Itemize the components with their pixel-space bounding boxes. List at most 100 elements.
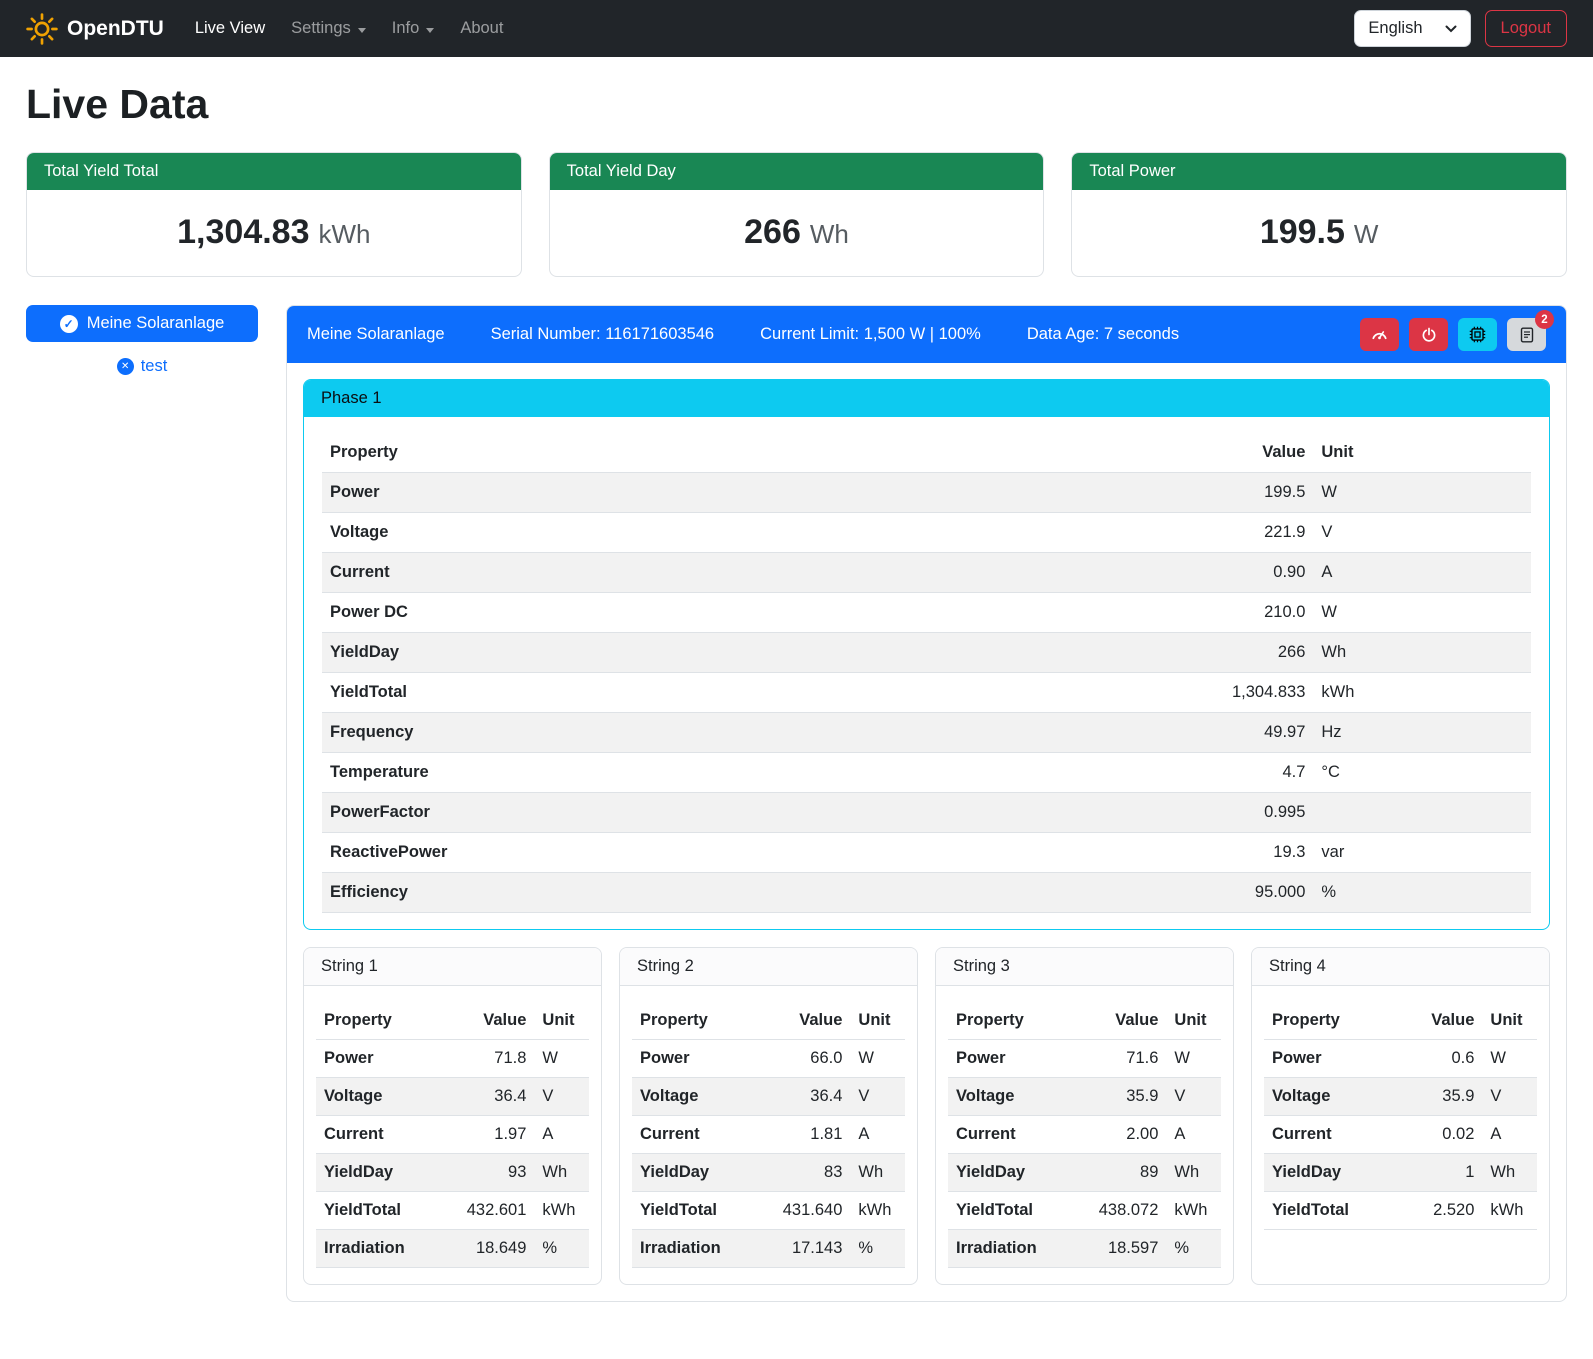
summary-card-total-yield-day: Total Yield Day 266Wh	[549, 152, 1045, 277]
summary-card-title: Total Yield Day	[550, 153, 1044, 190]
nav-item-live-view[interactable]: Live View	[182, 11, 278, 46]
summary-card-body: 199.5W	[1072, 190, 1566, 276]
language-select[interactable]: English	[1354, 10, 1470, 47]
brand[interactable]: OpenDTU	[26, 13, 164, 45]
page-container: Live Data Total Yield Total 1,304.83kWh …	[0, 57, 1593, 1328]
string-table-body: Power 0.6 W Voltage 35.9 V	[1264, 1040, 1537, 1230]
table-row: Power 199.5 W	[322, 473, 1531, 513]
page-title: Live Data	[26, 81, 1567, 128]
check-circle-icon: ✓	[60, 315, 78, 333]
string-table-body: Power 66.0 W Voltage 36.4 V	[632, 1040, 905, 1268]
unit-cell: var	[1313, 833, 1531, 873]
table-row: YieldTotal 1,304.833 kWh	[322, 673, 1531, 713]
nav-item-info[interactable]: Info	[379, 11, 448, 46]
logout-button[interactable]: Logout	[1485, 10, 1567, 47]
property-cell: Irradiation	[948, 1230, 1085, 1268]
value-cell: 266	[1168, 633, 1313, 673]
property-cell: YieldDay	[948, 1154, 1085, 1192]
value-cell: 35.9	[1401, 1078, 1483, 1116]
table-header-row: Property Value Unit	[322, 433, 1531, 473]
column-header-value: Value	[453, 1002, 535, 1040]
nav-item-settings[interactable]: Settings	[278, 11, 379, 46]
string-card-4: String 4 Property Value Unit	[1251, 947, 1550, 1285]
unit-cell: A	[850, 1116, 905, 1154]
table-row: YieldDay 1 Wh	[1264, 1154, 1537, 1192]
device-info-button[interactable]	[1458, 318, 1497, 351]
column-header-unit: Unit	[1313, 433, 1531, 473]
unit-cell: A	[534, 1116, 589, 1154]
table-row: Frequency 49.97 Hz	[322, 713, 1531, 753]
value-cell: 89	[1085, 1154, 1167, 1192]
property-cell: Power	[632, 1040, 769, 1078]
content-row: ✓ Meine Solaranlage ✕ test Meine Solaran…	[26, 305, 1567, 1302]
table-row: YieldDay 93 Wh	[316, 1154, 589, 1192]
phase-table: Property Value Unit Power	[322, 433, 1531, 913]
summary-unit: W	[1354, 219, 1379, 249]
value-cell: 0.995	[1168, 793, 1313, 833]
property-cell: YieldDay	[316, 1154, 453, 1192]
column-header-property: Property	[316, 1002, 453, 1040]
journal-icon	[1519, 327, 1535, 343]
inverter-item-test[interactable]: ✕ test	[26, 357, 258, 376]
string-card-body: Property Value Unit Power	[304, 986, 601, 1284]
property-cell: YieldTotal	[316, 1192, 453, 1230]
unit-cell: V	[1166, 1078, 1221, 1116]
summary-card-total-yield-total: Total Yield Total 1,304.83kWh	[26, 152, 522, 277]
unit-cell: W	[1166, 1040, 1221, 1078]
brand-label: OpenDTU	[67, 17, 164, 41]
unit-cell: W	[1313, 593, 1531, 633]
unit-cell: W	[1482, 1040, 1537, 1078]
value-cell: 0.6	[1401, 1040, 1483, 1078]
table-row: Temperature 4.7 °C	[322, 753, 1531, 793]
unit-cell: Wh	[1482, 1154, 1537, 1192]
table-row: Current 1.81 A	[632, 1116, 905, 1154]
unit-cell: A	[1166, 1116, 1221, 1154]
value-cell: 19.3	[1168, 833, 1313, 873]
column-header-unit: Unit	[1166, 1002, 1221, 1040]
summary-card-total-power: Total Power 199.5W	[1071, 152, 1567, 277]
unit-cell: V	[534, 1078, 589, 1116]
property-cell: YieldTotal	[322, 673, 1168, 713]
table-header-row: Property Value Unit	[632, 1002, 905, 1040]
unit-cell: Wh	[534, 1154, 589, 1192]
nav-item-about[interactable]: About	[447, 11, 516, 46]
value-cell: 1.81	[769, 1116, 851, 1154]
column-header-property: Property	[1264, 1002, 1401, 1040]
property-cell: YieldTotal	[632, 1192, 769, 1230]
column-header-value: Value	[1401, 1002, 1483, 1040]
limit-settings-button[interactable]	[1360, 318, 1399, 351]
table-header-row: Property Value Unit	[948, 1002, 1221, 1040]
value-cell: 199.5	[1168, 473, 1313, 513]
string-card-title: String 3	[936, 948, 1233, 986]
string-card-1: String 1 Property Value Unit	[303, 947, 602, 1285]
property-cell: Voltage	[316, 1078, 453, 1116]
string-table-body: Power 71.6 W Voltage 35.9 V	[948, 1040, 1221, 1268]
table-row: Irradiation 18.597 %	[948, 1230, 1221, 1268]
property-cell: Temperature	[322, 753, 1168, 793]
event-log-button[interactable]: 2	[1507, 318, 1546, 351]
unit-cell: W	[1313, 473, 1531, 513]
event-count-badge: 2	[1535, 310, 1554, 329]
table-row: Power 71.6 W	[948, 1040, 1221, 1078]
unit-cell: V	[1313, 513, 1531, 553]
property-cell: Voltage	[632, 1078, 769, 1116]
inverter-select-button[interactable]: ✓ Meine Solaranlage	[26, 305, 258, 342]
value-cell: 66.0	[769, 1040, 851, 1078]
property-cell: Current	[322, 553, 1168, 593]
value-cell: 95.000	[1168, 873, 1313, 913]
unit-cell: A	[1482, 1116, 1537, 1154]
column-header-property: Property	[632, 1002, 769, 1040]
value-cell: 210.0	[1168, 593, 1313, 633]
nav-right: English Logout	[1354, 10, 1567, 47]
unit-cell	[1313, 793, 1531, 833]
inverter-card-header: Meine Solaranlage Serial Number: 1161716…	[287, 306, 1566, 363]
column-header-value: Value	[1168, 433, 1313, 473]
string-table: Property Value Unit Power	[632, 1002, 905, 1268]
power-control-button[interactable]	[1409, 318, 1448, 351]
value-cell: 221.9	[1168, 513, 1313, 553]
value-cell: 18.597	[1085, 1230, 1167, 1268]
string-card-3: String 3 Property Value Unit	[935, 947, 1234, 1285]
string-table: Property Value Unit Power	[948, 1002, 1221, 1268]
table-row: Power DC 210.0 W	[322, 593, 1531, 633]
table-row: Voltage 36.4 V	[632, 1078, 905, 1116]
